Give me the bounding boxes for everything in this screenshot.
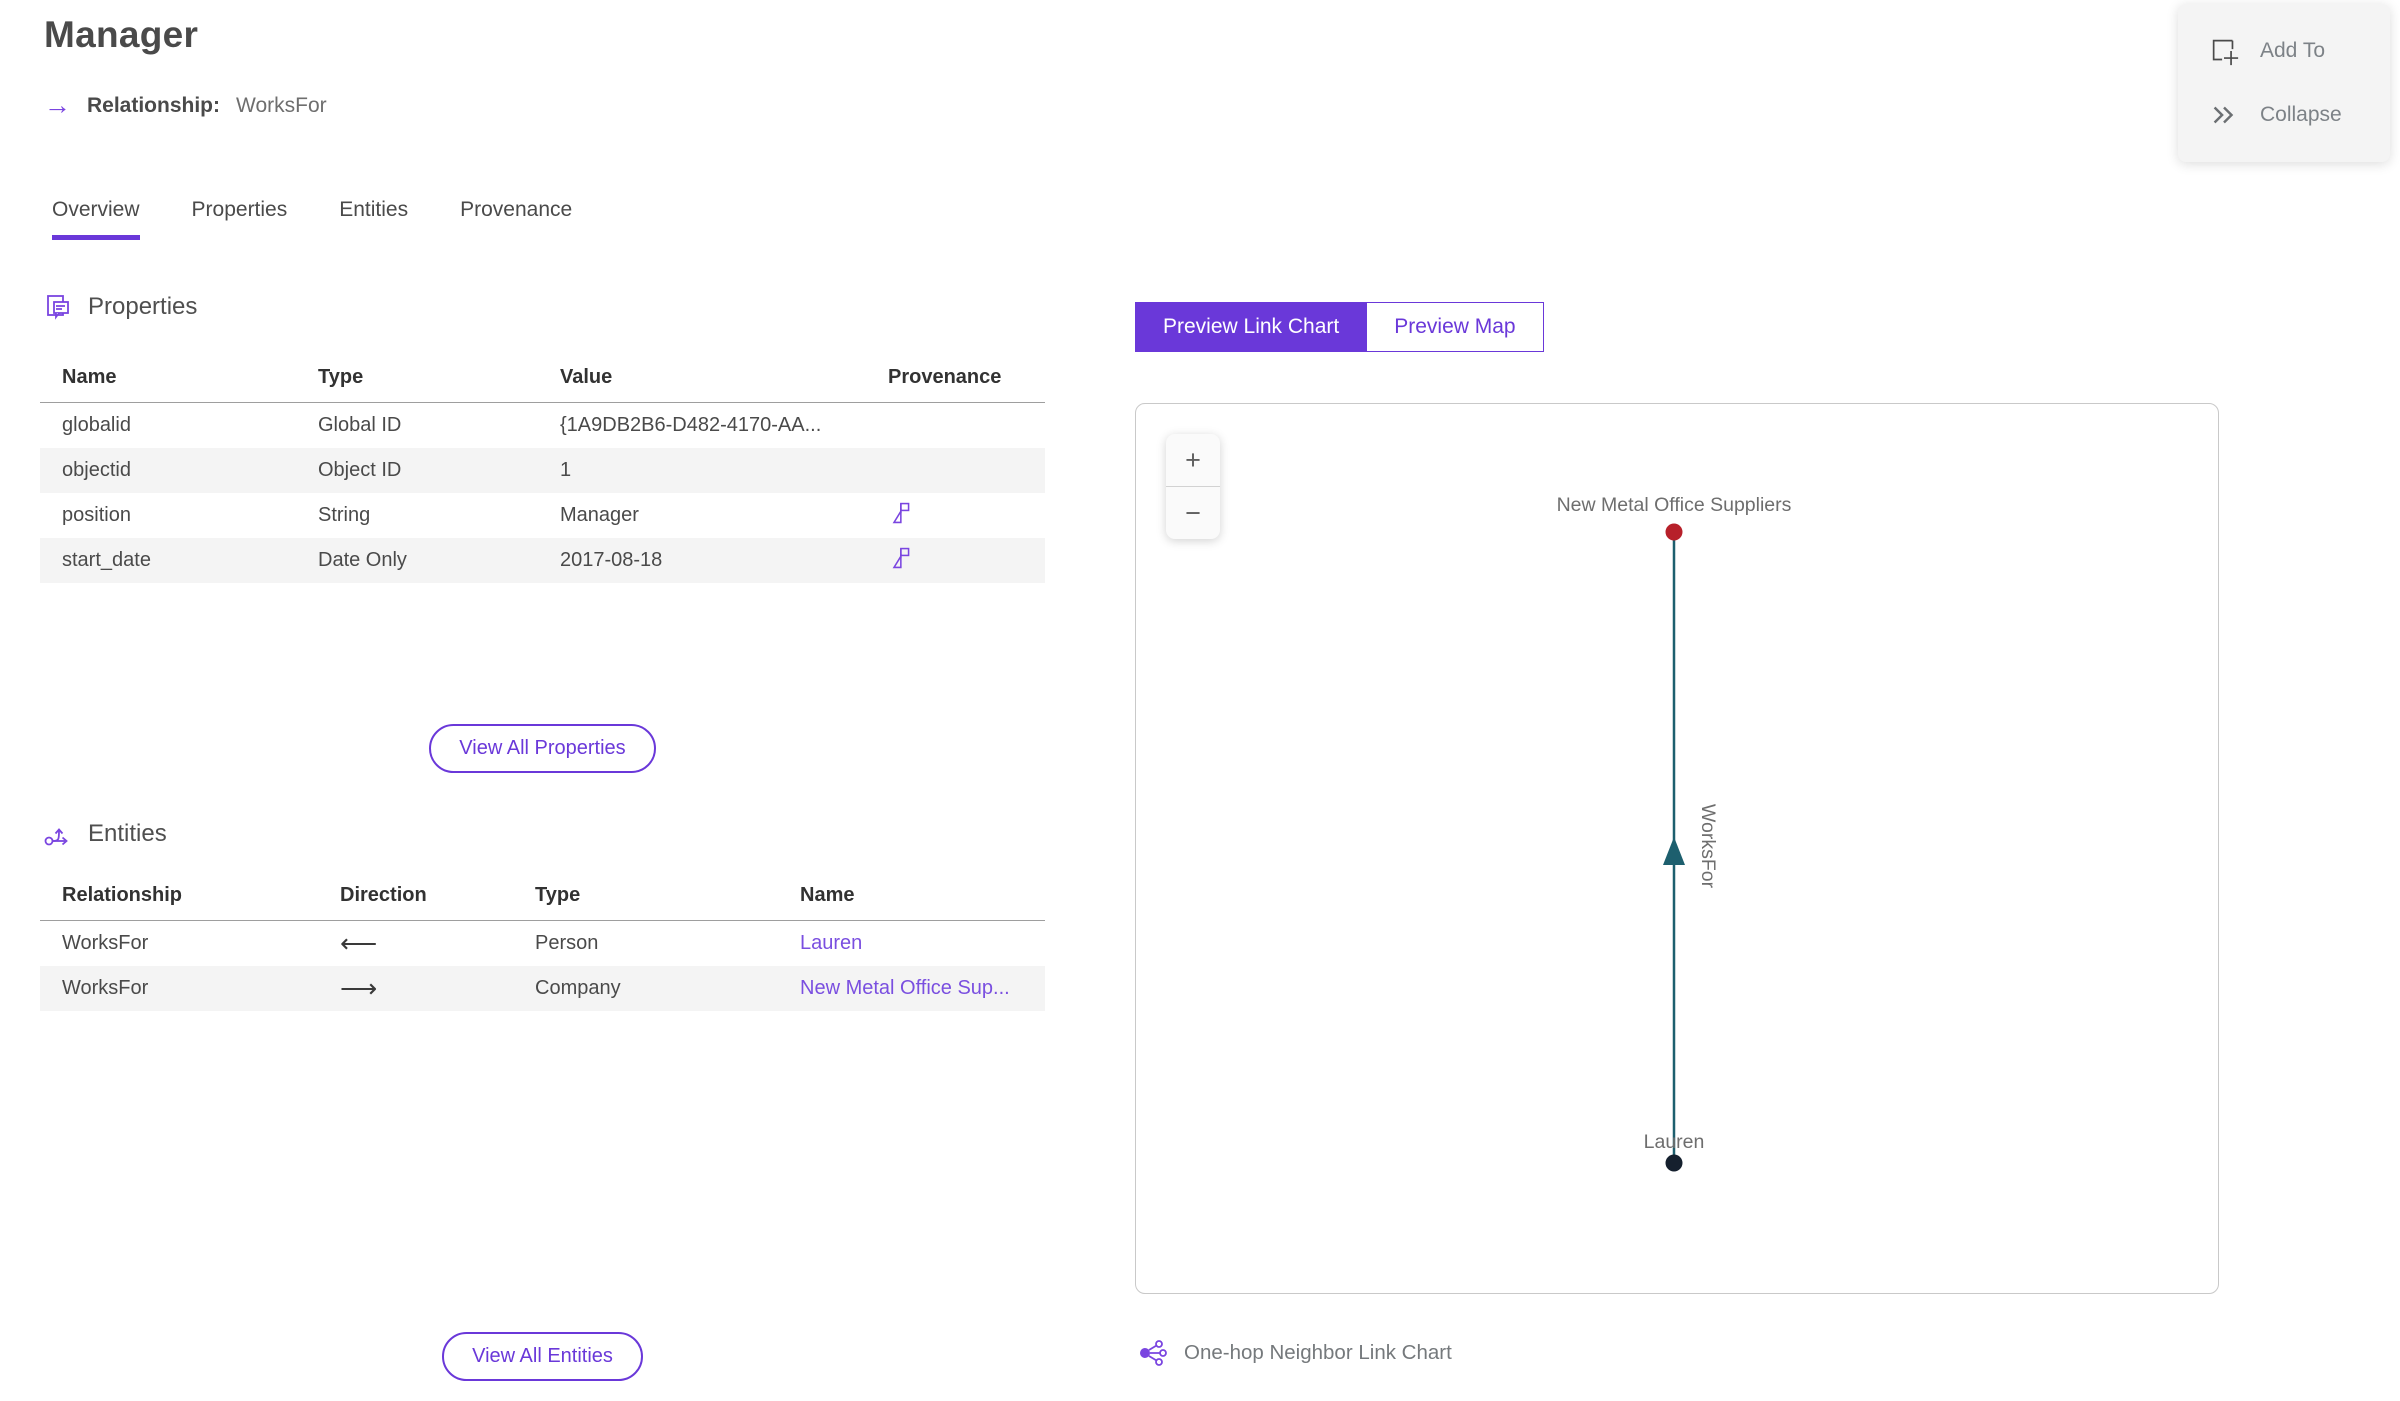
edge-arrowhead-icon (1663, 837, 1685, 865)
cell-type: Company (535, 977, 621, 999)
add-to-icon (2212, 40, 2239, 66)
entities-section-title: Entities (88, 820, 167, 847)
tab-bar: Overview Properties Entities Provenance (52, 198, 572, 240)
cell-relationship: WorksFor (62, 932, 149, 954)
collapse-button[interactable]: Collapse (2178, 99, 2390, 131)
col-provenance: Provenance (866, 356, 1045, 403)
zoom-control: + − (1166, 434, 1220, 539)
table-row: WorksFor ⟵ Person Lauren (40, 921, 1045, 967)
link-chart-panel[interactable]: + − New Metal Office Suppliers Lauren Wo… (1135, 403, 2219, 1294)
cell-value: {1A9DB2B6-D482-4170-AA... (560, 414, 822, 436)
direction-right-arrow-icon: ⟶ (340, 973, 378, 1003)
relationship-value: WorksFor (236, 93, 327, 117)
cell-name: globalid (62, 414, 131, 436)
entities-table: Relationship Direction Type Name WorksFo… (40, 874, 1045, 1011)
direction-left-arrow-icon: ⟵ (340, 928, 378, 958)
cell-name: New Metal Office Sup... (778, 966, 1045, 1011)
cell-relationship: WorksFor (62, 977, 149, 999)
view-all-entities-button[interactable]: View All Entities (442, 1332, 643, 1381)
actions-panel: Add To Collapse (2178, 4, 2390, 162)
cell-provenance (866, 403, 1045, 449)
col-name: Name (40, 356, 296, 403)
preview-link-chart-button[interactable]: Preview Link Chart (1135, 302, 1368, 352)
entities-section-header: Entities (44, 820, 167, 848)
col-type: Type (296, 356, 538, 403)
preview-toggle-group: Preview Link Chart Preview Map (1135, 302, 1544, 352)
cell-provenance (866, 448, 1045, 493)
table-row: objectid Object ID 1 (40, 448, 1045, 493)
node-person[interactable] (1665, 1154, 1683, 1172)
node-person-label: Lauren (1644, 1131, 1705, 1153)
cell-type: Date Only (318, 549, 407, 571)
view-all-properties-row: View All Properties (40, 724, 1045, 773)
entity-link-lauren[interactable]: Lauren (800, 932, 862, 954)
tab-provenance[interactable]: Provenance (460, 198, 572, 240)
cell-type: Global ID (318, 414, 402, 436)
zoom-out-button[interactable]: − (1166, 486, 1220, 539)
zoom-in-button[interactable]: + (1166, 434, 1220, 486)
table-row: start_date Date Only 2017-08-18 (40, 538, 1045, 583)
relationship-label: Relationship: (87, 93, 221, 117)
entities-graph-icon (44, 828, 68, 846)
provenance-flag-icon[interactable] (888, 499, 912, 527)
page-title: Manager (44, 14, 199, 55)
provenance-flag-icon[interactable] (888, 544, 912, 572)
properties-section-header: Properties (44, 293, 197, 321)
cell-type: String (318, 504, 371, 526)
properties-icon (47, 295, 69, 320)
cell-value: 2017-08-18 (560, 549, 663, 571)
entity-link-company[interactable]: New Metal Office Sup... (800, 977, 1010, 999)
table-row: WorksFor ⟶ Company New Metal Office Sup.… (40, 966, 1045, 1011)
one-hop-link-chart-icon (1140, 1340, 1167, 1366)
cell-provenance (866, 493, 1045, 538)
cell-name: Lauren (778, 921, 1045, 967)
relationship-detail-page: Add To Collapse Manager → Relationship: … (0, 0, 2400, 1401)
tab-properties[interactable]: Properties (192, 198, 288, 240)
cell-value: 1 (560, 459, 572, 481)
col-relationship: Relationship (40, 874, 318, 921)
tab-entities[interactable]: Entities (339, 198, 408, 240)
collapse-label: Collapse (2260, 102, 2342, 126)
view-all-properties-button[interactable]: View All Properties (429, 724, 656, 773)
node-company-label: New Metal Office Suppliers (1557, 494, 1792, 516)
relationship-arrow-icon: → (44, 90, 71, 120)
link-chart-graph: New Metal Office Suppliers Lauren WorksF… (1557, 494, 1792, 1172)
cell-name: start_date (62, 549, 151, 571)
tab-overview[interactable]: Overview (52, 198, 140, 240)
one-hop-footer: One-hop Neighbor Link Chart (1138, 1338, 1452, 1368)
view-all-entities-row: View All Entities (40, 1332, 1045, 1381)
node-company[interactable] (1665, 523, 1683, 541)
properties-table-header: Name Type Value Provenance (40, 356, 1045, 403)
col-type: Type (513, 874, 778, 921)
cell-provenance (866, 538, 1045, 583)
properties-table: Name Type Value Provenance globalid Glob… (40, 356, 1045, 583)
cell-name: objectid (62, 459, 131, 481)
one-hop-label: One-hop Neighbor Link Chart (1184, 1341, 1452, 1364)
cell-direction: ⟵ (318, 921, 513, 967)
col-value: Value (538, 356, 866, 403)
edge-label: WorksFor (1697, 804, 1719, 889)
col-direction: Direction (318, 874, 513, 921)
relationship-subtitle: → Relationship: WorksFor (44, 92, 327, 119)
cell-value: Manager (560, 504, 639, 526)
double-chevron-right-icon (2213, 106, 2234, 124)
table-row: globalid Global ID {1A9DB2B6-D482-4170-A… (40, 403, 1045, 449)
col-name: Name (778, 874, 1045, 921)
add-to-label: Add To (2260, 39, 2325, 63)
add-to-button[interactable]: Add To (2178, 35, 2390, 67)
cell-type: Person (535, 932, 599, 954)
table-row: position String Manager (40, 493, 1045, 538)
preview-map-button[interactable]: Preview Map (1366, 302, 1544, 352)
properties-section-title: Properties (88, 293, 198, 320)
cell-direction: ⟶ (318, 966, 513, 1011)
entities-table-header: Relationship Direction Type Name (40, 874, 1045, 921)
cell-name: position (62, 504, 131, 526)
cell-type: Object ID (318, 459, 402, 481)
